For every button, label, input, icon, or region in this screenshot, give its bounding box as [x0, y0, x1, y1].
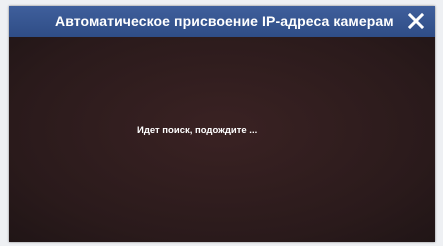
close-button[interactable] — [405, 10, 427, 32]
dialog-titlebar: Автоматическое присвоение IP-адреса каме… — [9, 6, 435, 37]
dialog-content: Идет поиск, подождите ... — [9, 37, 435, 242]
dialog-title: Автоматическое присвоение IP-адреса каме… — [55, 13, 394, 29]
screen: Автоматическое присвоение IP-адреса каме… — [0, 0, 443, 246]
close-icon — [408, 13, 424, 29]
auto-ip-dialog: Автоматическое присвоение IP-адреса каме… — [9, 6, 435, 242]
search-status-text: Идет поиск, подождите ... — [137, 125, 258, 136]
